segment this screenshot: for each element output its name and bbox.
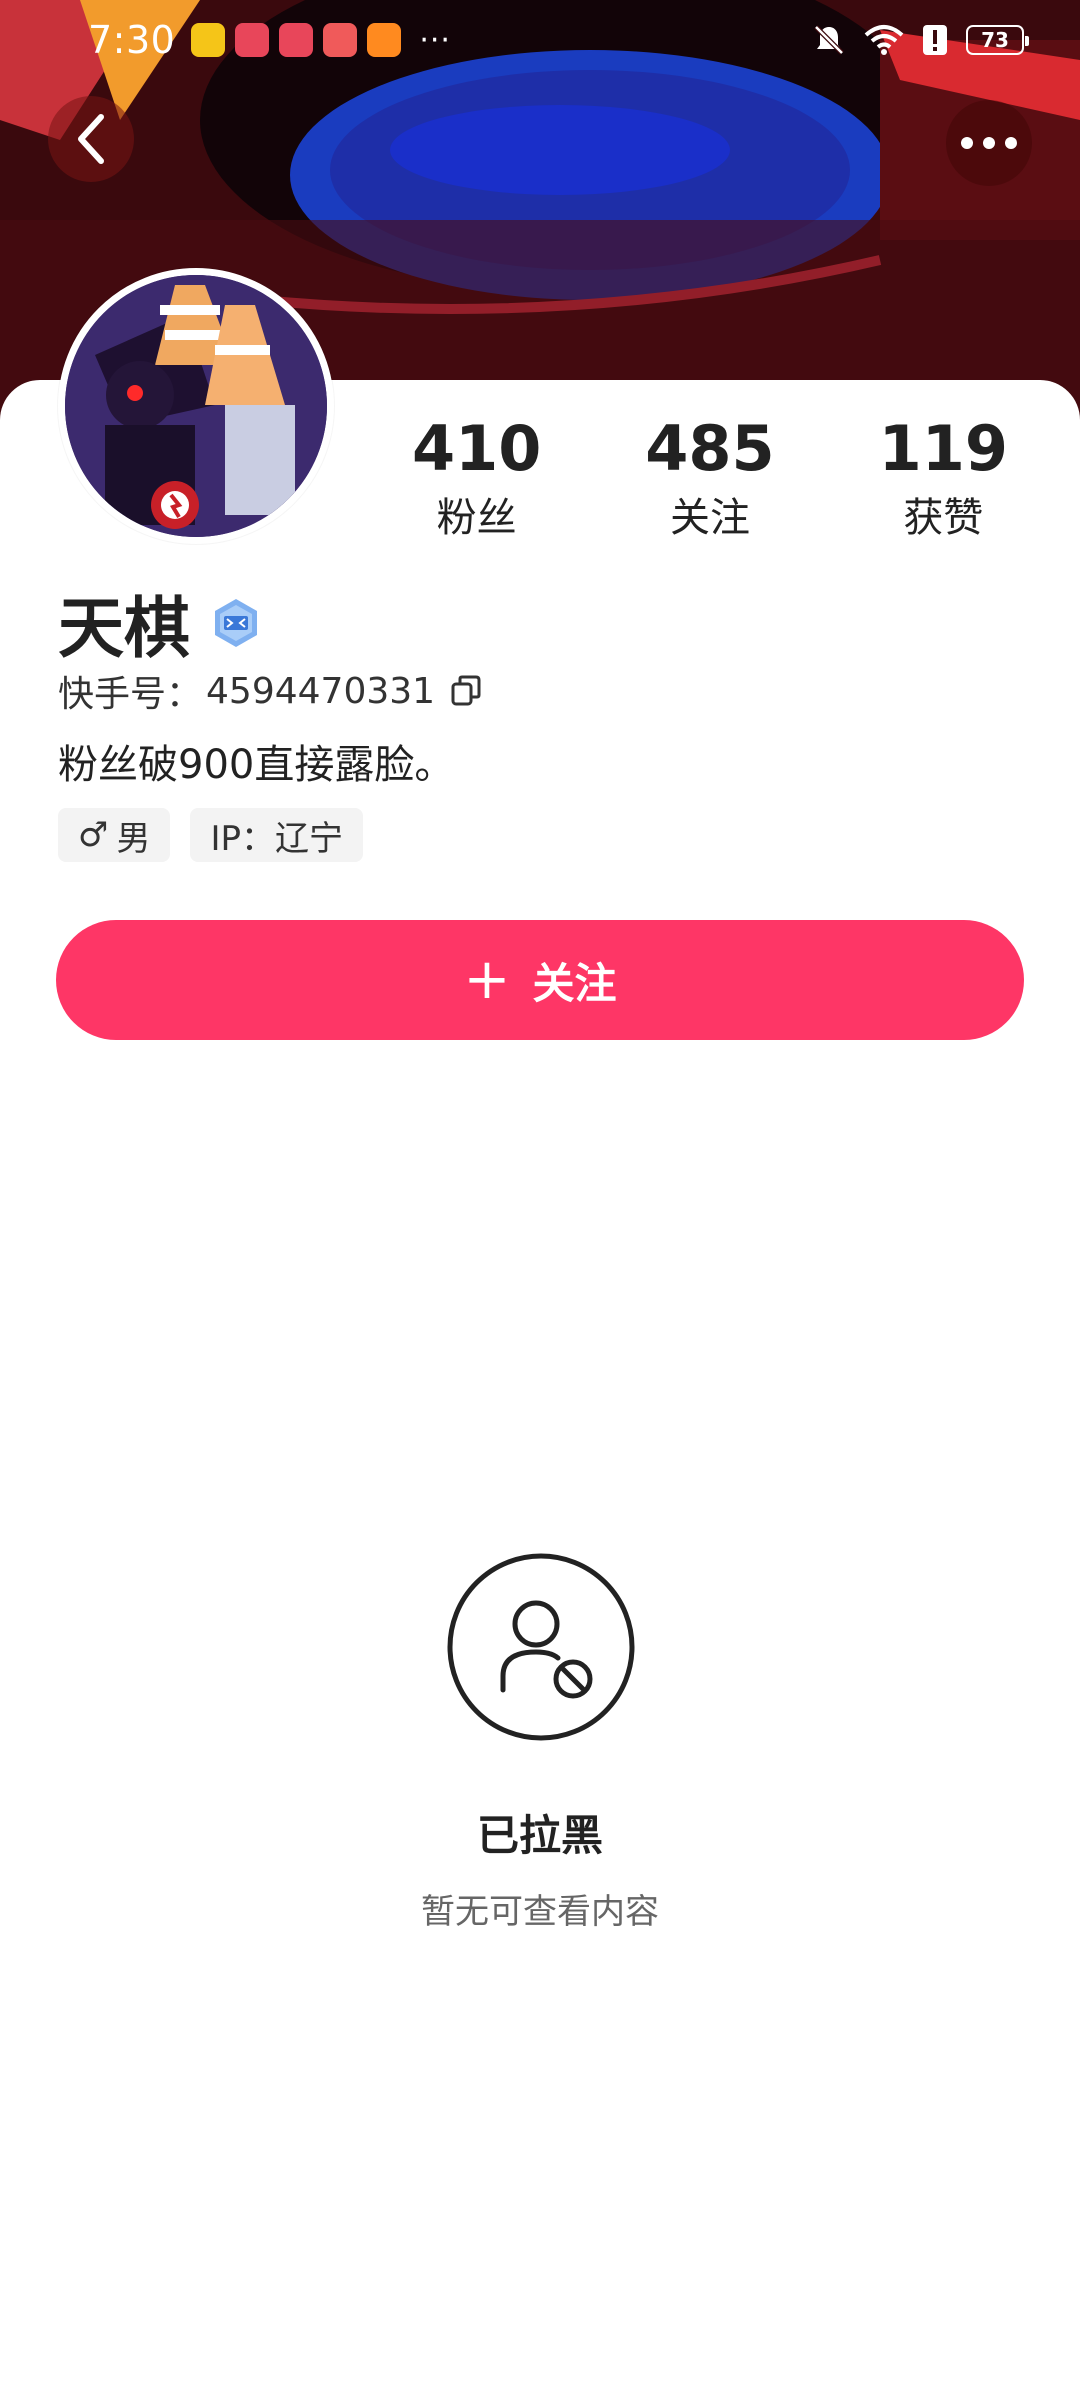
- level-badge-icon[interactable]: [210, 597, 262, 649]
- name-row: 天棋: [58, 575, 262, 671]
- stat-label: 获赞: [903, 495, 984, 542]
- copy-icon[interactable]: [449, 674, 483, 708]
- user-id-value: 4594470331: [206, 670, 436, 712]
- wifi-icon: [864, 25, 904, 55]
- avatar-image: [65, 275, 327, 537]
- stat-followers[interactable]: 410 粉丝: [360, 412, 593, 543]
- gender-label: 男: [116, 818, 151, 859]
- huawei-icon: [323, 23, 358, 57]
- stat-value: 485: [645, 412, 775, 485]
- avatar[interactable]: [58, 268, 334, 544]
- follow-label: 关注: [532, 958, 617, 1008]
- user-id-row: 快手号： 4594470331: [58, 665, 483, 717]
- app-icon: [279, 23, 314, 57]
- male-icon: ♂: [78, 815, 109, 855]
- back-button[interactable]: [48, 96, 134, 182]
- notification-icons: ···: [191, 23, 451, 58]
- stat-label: 粉丝: [436, 495, 517, 542]
- user-id-label: 快手号：: [58, 674, 203, 715]
- app-icon: [235, 23, 270, 57]
- stat-value: 119: [878, 412, 1009, 485]
- stat-likes[interactable]: 119 获赞: [827, 412, 1060, 543]
- alert-icon: [923, 25, 947, 55]
- battery-icon: 73: [966, 25, 1029, 55]
- system-icons: 73: [812, 23, 1029, 57]
- ip-tag: IP：辽宁: [190, 808, 364, 862]
- gender-tag: ♂ 男: [58, 808, 171, 862]
- stat-following[interactable]: 485 关注: [593, 412, 826, 543]
- user-name: 天棋: [58, 590, 190, 667]
- status-time: 7:30: [88, 18, 176, 62]
- bell-muted-icon: [814, 25, 844, 55]
- profile-stats: 410 粉丝 485 关注 119 获赞: [360, 412, 1060, 543]
- status-bar: 7:30 ··· 73: [0, 0, 1080, 80]
- profile-tags: ♂ 男 IP：辽宁: [58, 808, 364, 862]
- battery-level: 73: [981, 28, 1009, 52]
- user-bio: 粉丝破900直接露脸。: [58, 742, 455, 788]
- blocked-subtitle: 暂无可查看内容: [421, 1892, 659, 1932]
- weibo-icon: [191, 23, 226, 57]
- more-dots-icon: [961, 137, 1017, 149]
- blocked-title: 已拉黑: [476, 1811, 603, 1860]
- chevron-left-icon: [78, 114, 104, 164]
- more-button[interactable]: [946, 100, 1032, 186]
- ip-label: IP：辽宁: [210, 818, 344, 859]
- blocked-user-icon: [447, 1553, 635, 1741]
- status-more: ···: [419, 22, 451, 58]
- follow-button[interactable]: + 关注: [56, 920, 1024, 1040]
- stat-label: 关注: [669, 495, 750, 542]
- plus-icon: +: [463, 947, 511, 1012]
- stat-value: 410: [411, 412, 542, 485]
- video-icon: [367, 23, 402, 57]
